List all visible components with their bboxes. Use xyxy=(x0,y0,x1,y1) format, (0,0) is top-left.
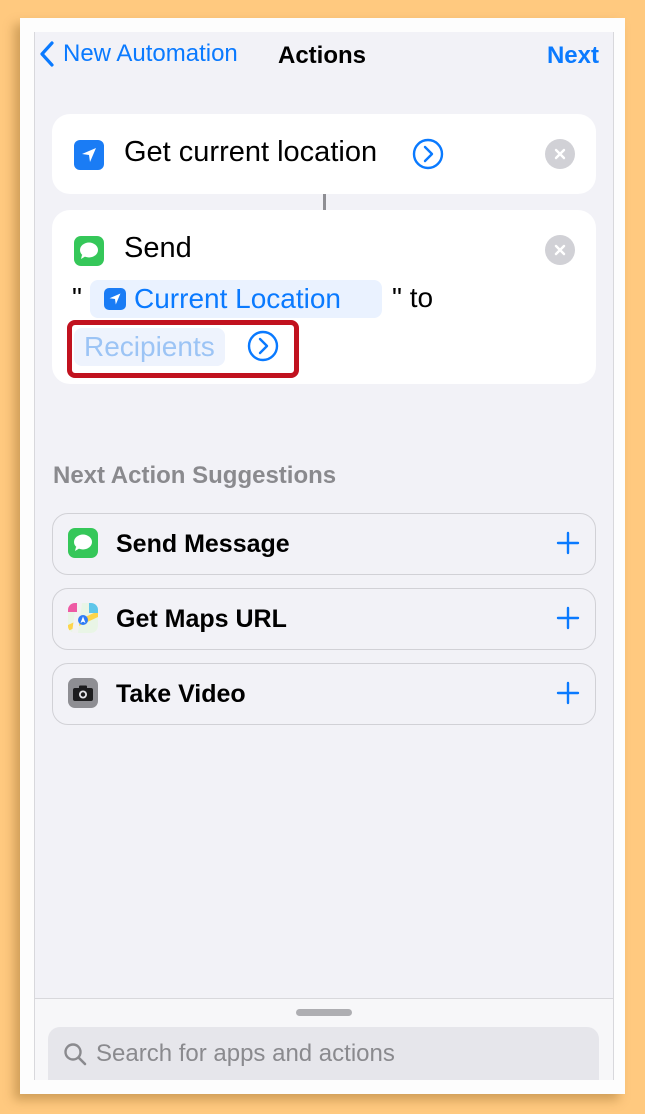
suggestion-take-video[interactable]: Take Video xyxy=(52,663,596,725)
back-button-label: New Automation xyxy=(63,40,238,67)
search-input[interactable]: Search for apps and actions xyxy=(48,1027,599,1080)
quote-close-to: " to xyxy=(392,282,434,313)
back-button[interactable]: New Automation xyxy=(39,40,238,68)
search-icon xyxy=(64,1043,87,1066)
screenshot-frame: New Automation Actions Next Get current … xyxy=(20,18,625,1094)
suggestion-label: Get Maps URL xyxy=(116,605,287,633)
quote-open: " xyxy=(72,282,82,313)
search-placeholder: Search for apps and actions xyxy=(96,1040,395,1067)
highlight-box xyxy=(67,320,299,378)
remove-action-button[interactable] xyxy=(545,139,575,169)
suggestion-label: Take Video xyxy=(116,680,246,708)
messages-icon xyxy=(74,236,104,266)
search-sheet: Search for apps and actions xyxy=(35,998,613,1080)
messages-icon xyxy=(68,528,98,558)
variable-label: Current Location xyxy=(134,283,342,314)
remove-action-button[interactable] xyxy=(545,235,575,265)
location-arrow-icon xyxy=(104,288,126,310)
suggestion-send-message[interactable]: Send Message xyxy=(52,513,596,575)
sheet-grabber[interactable] xyxy=(296,1009,352,1016)
suggestion-label: Send Message xyxy=(116,530,290,558)
chevron-left-icon xyxy=(40,41,54,67)
current-location-variable[interactable]: Current Location xyxy=(90,280,382,318)
location-arrow-icon xyxy=(74,140,104,170)
camera-icon xyxy=(68,678,98,708)
navigation-bar: New Automation Actions Next xyxy=(35,32,613,82)
plus-icon[interactable] xyxy=(555,680,581,706)
action-title: Send xyxy=(124,232,192,264)
action-title: Get current location xyxy=(124,136,378,168)
close-icon xyxy=(554,244,566,256)
suggestions-heading: Next Action Suggestions xyxy=(53,462,337,489)
close-icon xyxy=(554,148,566,160)
action-connector xyxy=(323,194,326,210)
chevron-circle-icon[interactable] xyxy=(412,138,444,170)
plus-icon[interactable] xyxy=(555,530,581,556)
suggestion-get-maps-url[interactable]: Get Maps URL xyxy=(52,588,596,650)
next-button[interactable]: Next xyxy=(547,42,599,70)
phone-screen: New Automation Actions Next Get current … xyxy=(34,32,614,1080)
action-card-get-current-location[interactable]: Get current location xyxy=(52,114,596,194)
maps-icon xyxy=(68,603,98,633)
page-title: Actions xyxy=(278,42,367,69)
plus-icon[interactable] xyxy=(555,605,581,631)
